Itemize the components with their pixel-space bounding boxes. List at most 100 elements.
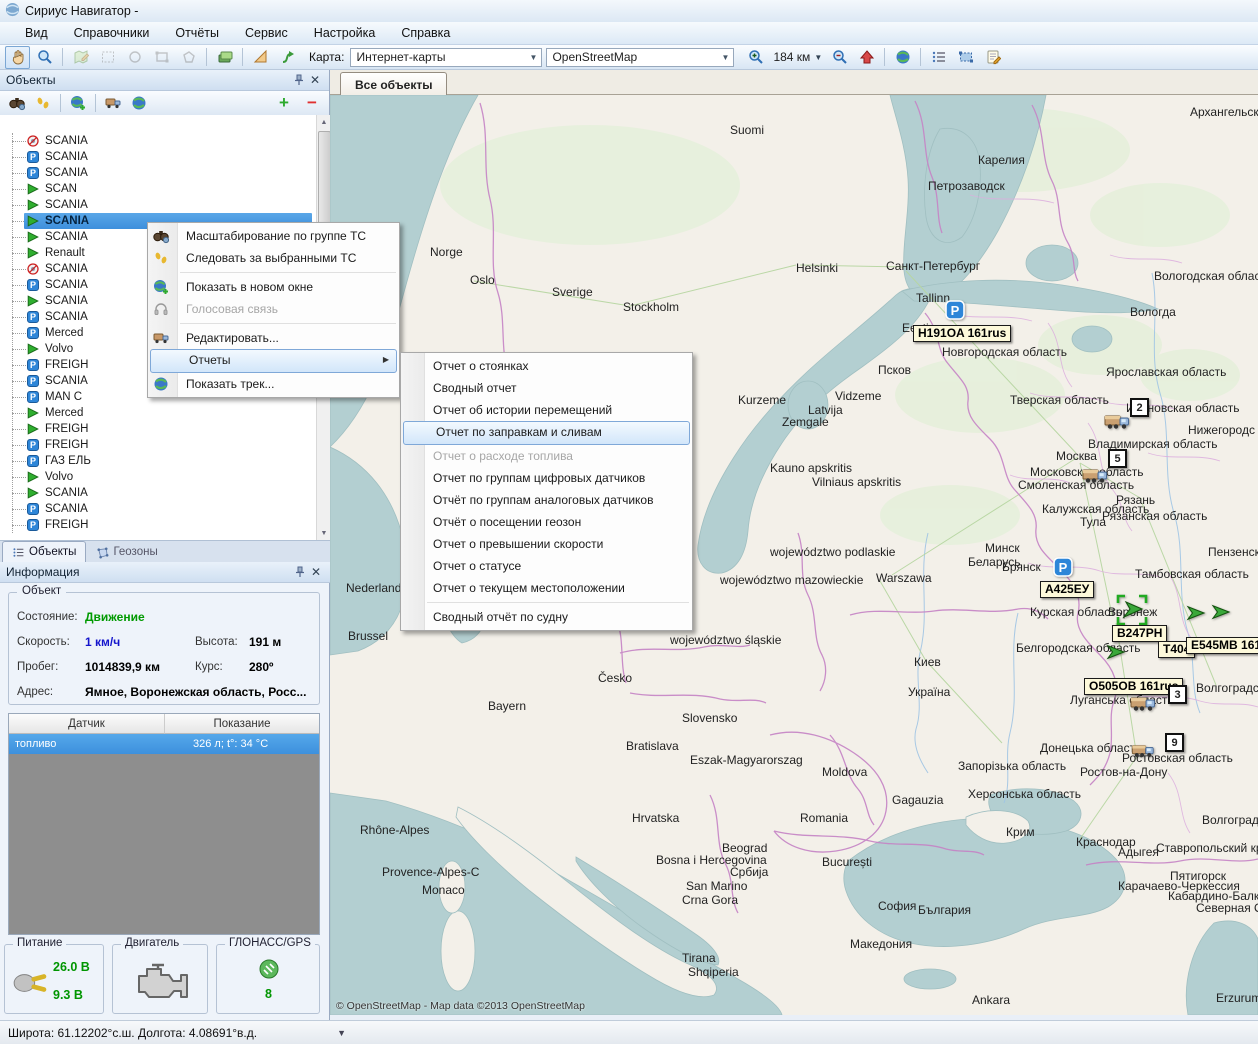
menu-reports[interactable]: Отчеты <box>150 349 397 373</box>
menubar-item[interactable]: Отчёты <box>162 24 232 42</box>
menu-follow[interactable]: Следовать за выбранными ТС <box>148 247 399 269</box>
menubar-item[interactable]: Вид <box>12 24 61 42</box>
menubar-item[interactable]: Справочники <box>61 24 163 42</box>
menu-show-track[interactable]: Показать трек... <box>148 373 399 395</box>
truck-marker[interactable] <box>1082 467 1108 485</box>
vehicle-row[interactable]: PFREIGH <box>0 437 314 453</box>
report-speeding[interactable]: Отчет о превышении скорости <box>401 533 692 555</box>
report-movement-history[interactable]: Отчет об истории перемещений <box>401 399 692 421</box>
pin-icon[interactable] <box>291 72 307 88</box>
cluster-badge[interactable]: 5 <box>1108 449 1127 468</box>
vehicle-row[interactable]: PSCANIA <box>0 149 314 165</box>
menu-voice[interactable]: Голосовая связь <box>148 298 399 320</box>
zoom-to-group-button[interactable] <box>5 92 29 114</box>
notes-button[interactable] <box>980 46 1005 69</box>
truck-marker[interactable] <box>1131 743 1155 759</box>
menubar-item[interactable]: Сервис <box>232 24 301 42</box>
vehicle-row[interactable]: Volvo <box>0 469 314 485</box>
measure-button[interactable] <box>248 46 273 69</box>
tab-objects[interactable]: Объекты <box>2 541 86 562</box>
truck-marker[interactable] <box>1130 695 1156 713</box>
globe-button[interactable] <box>890 46 915 69</box>
objects-panel-header: Объекты ✕ <box>0 70 329 91</box>
chevron-down-icon[interactable]: ▼ <box>337 1028 346 1038</box>
map-provider-combo[interactable]: OpenStreetMap▼ <box>546 48 734 67</box>
sensor-column-header[interactable]: Датчик <box>9 714 164 734</box>
report-fuel-consumption[interactable]: Отчет о расходе топлива <box>401 445 692 467</box>
report-digital-sensors[interactable]: Отчет по группам цифровых датчиков <box>401 467 692 489</box>
pin-icon[interactable] <box>292 564 308 580</box>
vehicle-row[interactable]: PГАЗ ЕЛЬ <box>0 453 314 469</box>
vehicle-row[interactable]: SCAN <box>0 181 314 197</box>
add-object-button[interactable]: + <box>272 92 296 114</box>
cluster-badge[interactable]: 3 <box>1168 685 1187 704</box>
report-current-location[interactable]: Отчет о текущем местоположении <box>401 577 692 599</box>
cluster-badge[interactable]: 2 <box>1130 398 1149 417</box>
menubar-item[interactable]: Настройка <box>301 24 389 42</box>
map-scale-combo[interactable]: 184 км▼ <box>769 50 826 64</box>
report-summary[interactable]: Сводный отчет <box>401 377 692 399</box>
remove-object-button[interactable]: − <box>300 92 324 114</box>
arrow-marker[interactable] <box>1186 605 1206 621</box>
menu-edit[interactable]: Редактировать... <box>148 327 399 349</box>
report-stops[interactable]: Отчет о стоянках <box>401 355 692 377</box>
layers-button[interactable] <box>212 46 237 69</box>
vehicle-row[interactable]: SCANIA <box>0 197 314 213</box>
vehicle-plate-label[interactable]: A425ЕУ <box>1040 581 1094 598</box>
menu-new-window[interactable]: Показать в новом окне <box>148 276 399 298</box>
report-vessel-summary[interactable]: Сводный отчёт по судну <box>401 606 692 628</box>
vehicle-row[interactable]: SCANIA <box>0 133 314 149</box>
vehicle-row[interactable]: SCANIA <box>0 485 314 501</box>
map-edit-button[interactable] <box>68 46 93 69</box>
vehicle-row[interactable]: PFREIGH <box>0 517 314 533</box>
value-column-header[interactable]: Показание <box>164 714 319 734</box>
show-new-window-button[interactable] <box>66 92 90 114</box>
map-tab-all-objects[interactable]: Все объекты <box>340 72 447 96</box>
report-analog-sensors[interactable]: Отчёт по группам аналоговых датчиков <box>401 489 692 511</box>
vehicle-plate-label[interactable]: B247PH <box>1112 625 1167 642</box>
close-icon[interactable]: ✕ <box>307 72 323 88</box>
pan-tool-button[interactable] <box>5 46 30 69</box>
cluster-badge[interactable]: 9 <box>1165 733 1184 752</box>
globe-icon <box>895 49 911 65</box>
tab-geozones[interactable]: Геозоны <box>86 541 167 562</box>
arrow-marker[interactable] <box>1106 644 1126 660</box>
vehicle-row[interactable]: FREIGH <box>0 421 314 437</box>
zoom-select-button[interactable] <box>32 46 57 69</box>
report-status[interactable]: Отчет о статусе <box>401 555 692 577</box>
select-region-button[interactable] <box>95 46 120 69</box>
edit-vehicle-button[interactable] <box>101 92 125 114</box>
report-refuel-drain[interactable]: Отчет по заправкам и сливам <box>403 421 690 445</box>
legend-button[interactable] <box>926 46 951 69</box>
route-button[interactable] <box>275 46 300 69</box>
arrow-selected-marker[interactable] <box>1116 594 1148 626</box>
close-icon[interactable]: ✕ <box>308 564 324 580</box>
report-geozone-visits[interactable]: Отчёт о посещении геозон <box>401 511 692 533</box>
parked-marker[interactable]: P <box>945 300 965 320</box>
polygon-tool-button[interactable] <box>176 46 201 69</box>
scroll-up-icon[interactable]: ▲ <box>317 115 331 129</box>
vehicle-row[interactable]: PSCANIA <box>0 165 314 181</box>
zoom-out-button[interactable] <box>827 46 852 69</box>
menu-zoom-group[interactable]: Масштабирование по группе ТС <box>148 225 399 247</box>
parked-marker[interactable]: P <box>1053 557 1073 577</box>
follow-button[interactable] <box>31 92 55 114</box>
menubar-item[interactable]: Справка <box>388 24 463 42</box>
vehicle-plate-label[interactable]: H191OA 161rus <box>913 325 1011 342</box>
rect-tool-button[interactable] <box>149 46 174 69</box>
vehicle-row[interactable]: PSCANIA <box>0 501 314 517</box>
vehicle-plate-label[interactable]: E545MB 161r <box>1186 637 1258 654</box>
select-dashed-icon <box>100 49 116 65</box>
zoom-in-button[interactable] <box>743 46 768 69</box>
show-track-button[interactable] <box>127 92 151 114</box>
course-label: Курс: <box>195 661 223 673</box>
circle-tool-button[interactable] <box>122 46 147 69</box>
map-source-combo[interactable]: Интернет-карты▼ <box>350 48 542 67</box>
truck-marker[interactable] <box>1104 413 1130 431</box>
arrow-marker[interactable] <box>1211 604 1231 620</box>
geozone-select-button[interactable] <box>953 46 978 69</box>
scroll-down-icon[interactable]: ▼ <box>317 526 331 540</box>
vehicle-row[interactable]: Merced <box>0 405 314 421</box>
home-view-button[interactable] <box>854 46 879 69</box>
топливо[interactable]: топливо326 л; t°: 34 °C <box>9 734 319 754</box>
